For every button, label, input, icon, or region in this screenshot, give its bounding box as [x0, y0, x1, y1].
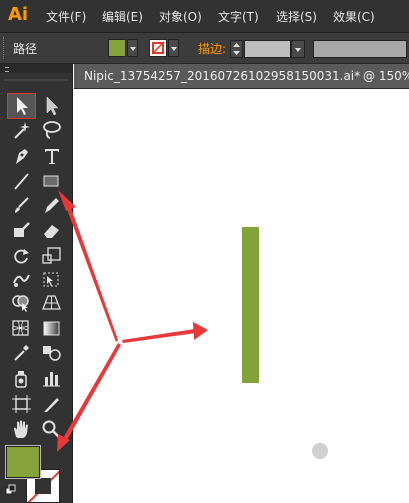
arrow-to-rectangle-tool — [62, 194, 118, 342]
watermark-logo-icon — [312, 443, 328, 459]
annotation-arrows — [57, 190, 208, 452]
watermark — [310, 442, 406, 462]
arrow-to-fill-swatch — [62, 343, 121, 442]
arrow-to-canvas — [122, 329, 196, 343]
